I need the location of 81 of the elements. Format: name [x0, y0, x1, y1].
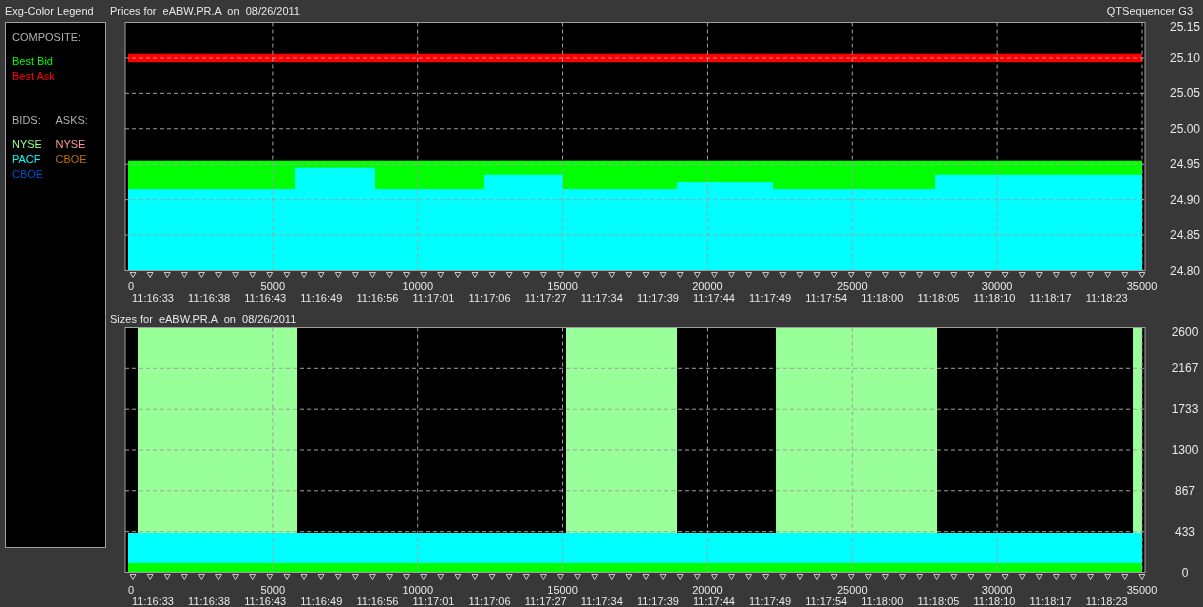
axis-label: 0	[128, 280, 135, 292]
time-label: 11:16:56	[356, 292, 399, 304]
time-label: 11:18:10	[973, 595, 1016, 607]
time-label: 11:17:44	[693, 292, 735, 304]
axis-label: 20000	[692, 584, 723, 596]
time-label: 11:17:34	[580, 292, 623, 304]
time-label: 11:16:33	[132, 292, 174, 304]
time-label: 11:16:49	[300, 292, 343, 304]
time-label: 11:17:27	[524, 595, 567, 607]
axis-label: 433	[1175, 524, 1195, 539]
axis-label: 10000	[402, 280, 433, 292]
axis-label: 2167	[1171, 361, 1199, 376]
axis-label: 25.10	[1170, 50, 1200, 65]
legend-item: CBOE	[12, 168, 45, 181]
axis-label: 5000	[260, 280, 286, 292]
axis-label: 5000	[260, 584, 286, 596]
axis-label: 0	[1181, 565, 1189, 580]
axis-label: 10000	[402, 584, 433, 596]
legend-item: Best Ask	[12, 68, 55, 84]
time-label: 11:17:44	[693, 595, 735, 607]
axis-label: 867	[1175, 483, 1195, 498]
chart-title: Sizes for eABW.PR.A on 08/26/2011	[110, 311, 297, 327]
time-label: 11:17:01	[412, 292, 455, 304]
time-label: 11:16:43	[244, 292, 287, 304]
time-label: 11:18:23	[1085, 595, 1128, 607]
app-title: QTSequencer G3	[1106, 3, 1193, 19]
time-label: 11:16:49	[300, 595, 343, 607]
axis-label: 1733	[1171, 402, 1199, 417]
axis-label: 35000	[1126, 584, 1158, 596]
legend-heading: ASKS:	[55, 112, 89, 128]
time-label: 11:18:05	[917, 595, 960, 607]
axis-label: 25000	[837, 584, 868, 596]
axis-label: 20000	[692, 280, 723, 292]
time-label: 11:17:49	[749, 595, 792, 607]
legend-title: Exg-Color Legend	[5, 3, 94, 19]
legend-item: Best Bid	[12, 53, 53, 69]
time-label: 11:17:54	[805, 292, 848, 304]
axis-label: 0	[128, 584, 135, 596]
axis-label: 25.15	[1170, 22, 1200, 34]
time-label: 11:16:38	[188, 595, 231, 607]
time-label: 11:17:01	[412, 595, 455, 607]
legend-item: NYSE	[55, 138, 87, 151]
time-label: 11:18:05	[917, 292, 960, 304]
time-label: 11:17:39	[636, 292, 679, 304]
time-label: 11:16:33	[132, 595, 174, 607]
chart-title: Prices for eABW.PR.A on 08/26/2011	[110, 3, 300, 19]
axis-label: 1300	[1171, 443, 1199, 457]
time-label: 11:17:06	[468, 595, 511, 607]
axis-label: 25.00	[1170, 121, 1200, 136]
axis-label: 24.95	[1170, 157, 1200, 172]
time-label: 11:17:27	[524, 292, 567, 304]
time-label: 11:17:34	[580, 595, 623, 607]
axis-label: 30000	[981, 584, 1013, 596]
axis-label: 24.85	[1170, 228, 1200, 243]
axis-label: 35000	[1126, 280, 1158, 292]
time-label: 11:16:43	[244, 595, 287, 607]
time-label: 11:16:56	[356, 595, 399, 607]
axis-label: 15000	[547, 280, 578, 292]
axis-label: 15000	[547, 584, 578, 596]
legend-item: CBOE	[55, 153, 88, 166]
time-label: 11:18:23	[1085, 292, 1128, 304]
time-label: 11:18:00	[861, 595, 904, 607]
time-label: 11:17:49	[749, 292, 792, 304]
time-label: 11:18:10	[973, 292, 1016, 304]
axis-label: 24.90	[1170, 192, 1200, 207]
axis-label: 25.05	[1170, 86, 1200, 101]
axis-label: 2600	[1171, 326, 1199, 339]
time-label: 11:18:17	[1029, 595, 1072, 607]
legend-item: PACF	[12, 153, 42, 166]
time-label: 11:18:17	[1029, 292, 1072, 304]
legend-item: NYSE	[12, 138, 43, 151]
legend-heading: BIDS:	[12, 112, 42, 128]
time-label: 11:17:54	[805, 595, 848, 607]
time-label: 11:16:38	[188, 292, 231, 304]
time-label: 11:18:00	[861, 292, 904, 304]
axis-label: 30000	[981, 280, 1013, 292]
axis-label: 25000	[837, 280, 868, 292]
axis-label: 24.80	[1170, 263, 1200, 278]
time-label: 11:17:06	[468, 292, 511, 304]
legend-heading: COMPOSITE:	[12, 30, 82, 45]
time-label: 11:17:39	[636, 595, 679, 607]
